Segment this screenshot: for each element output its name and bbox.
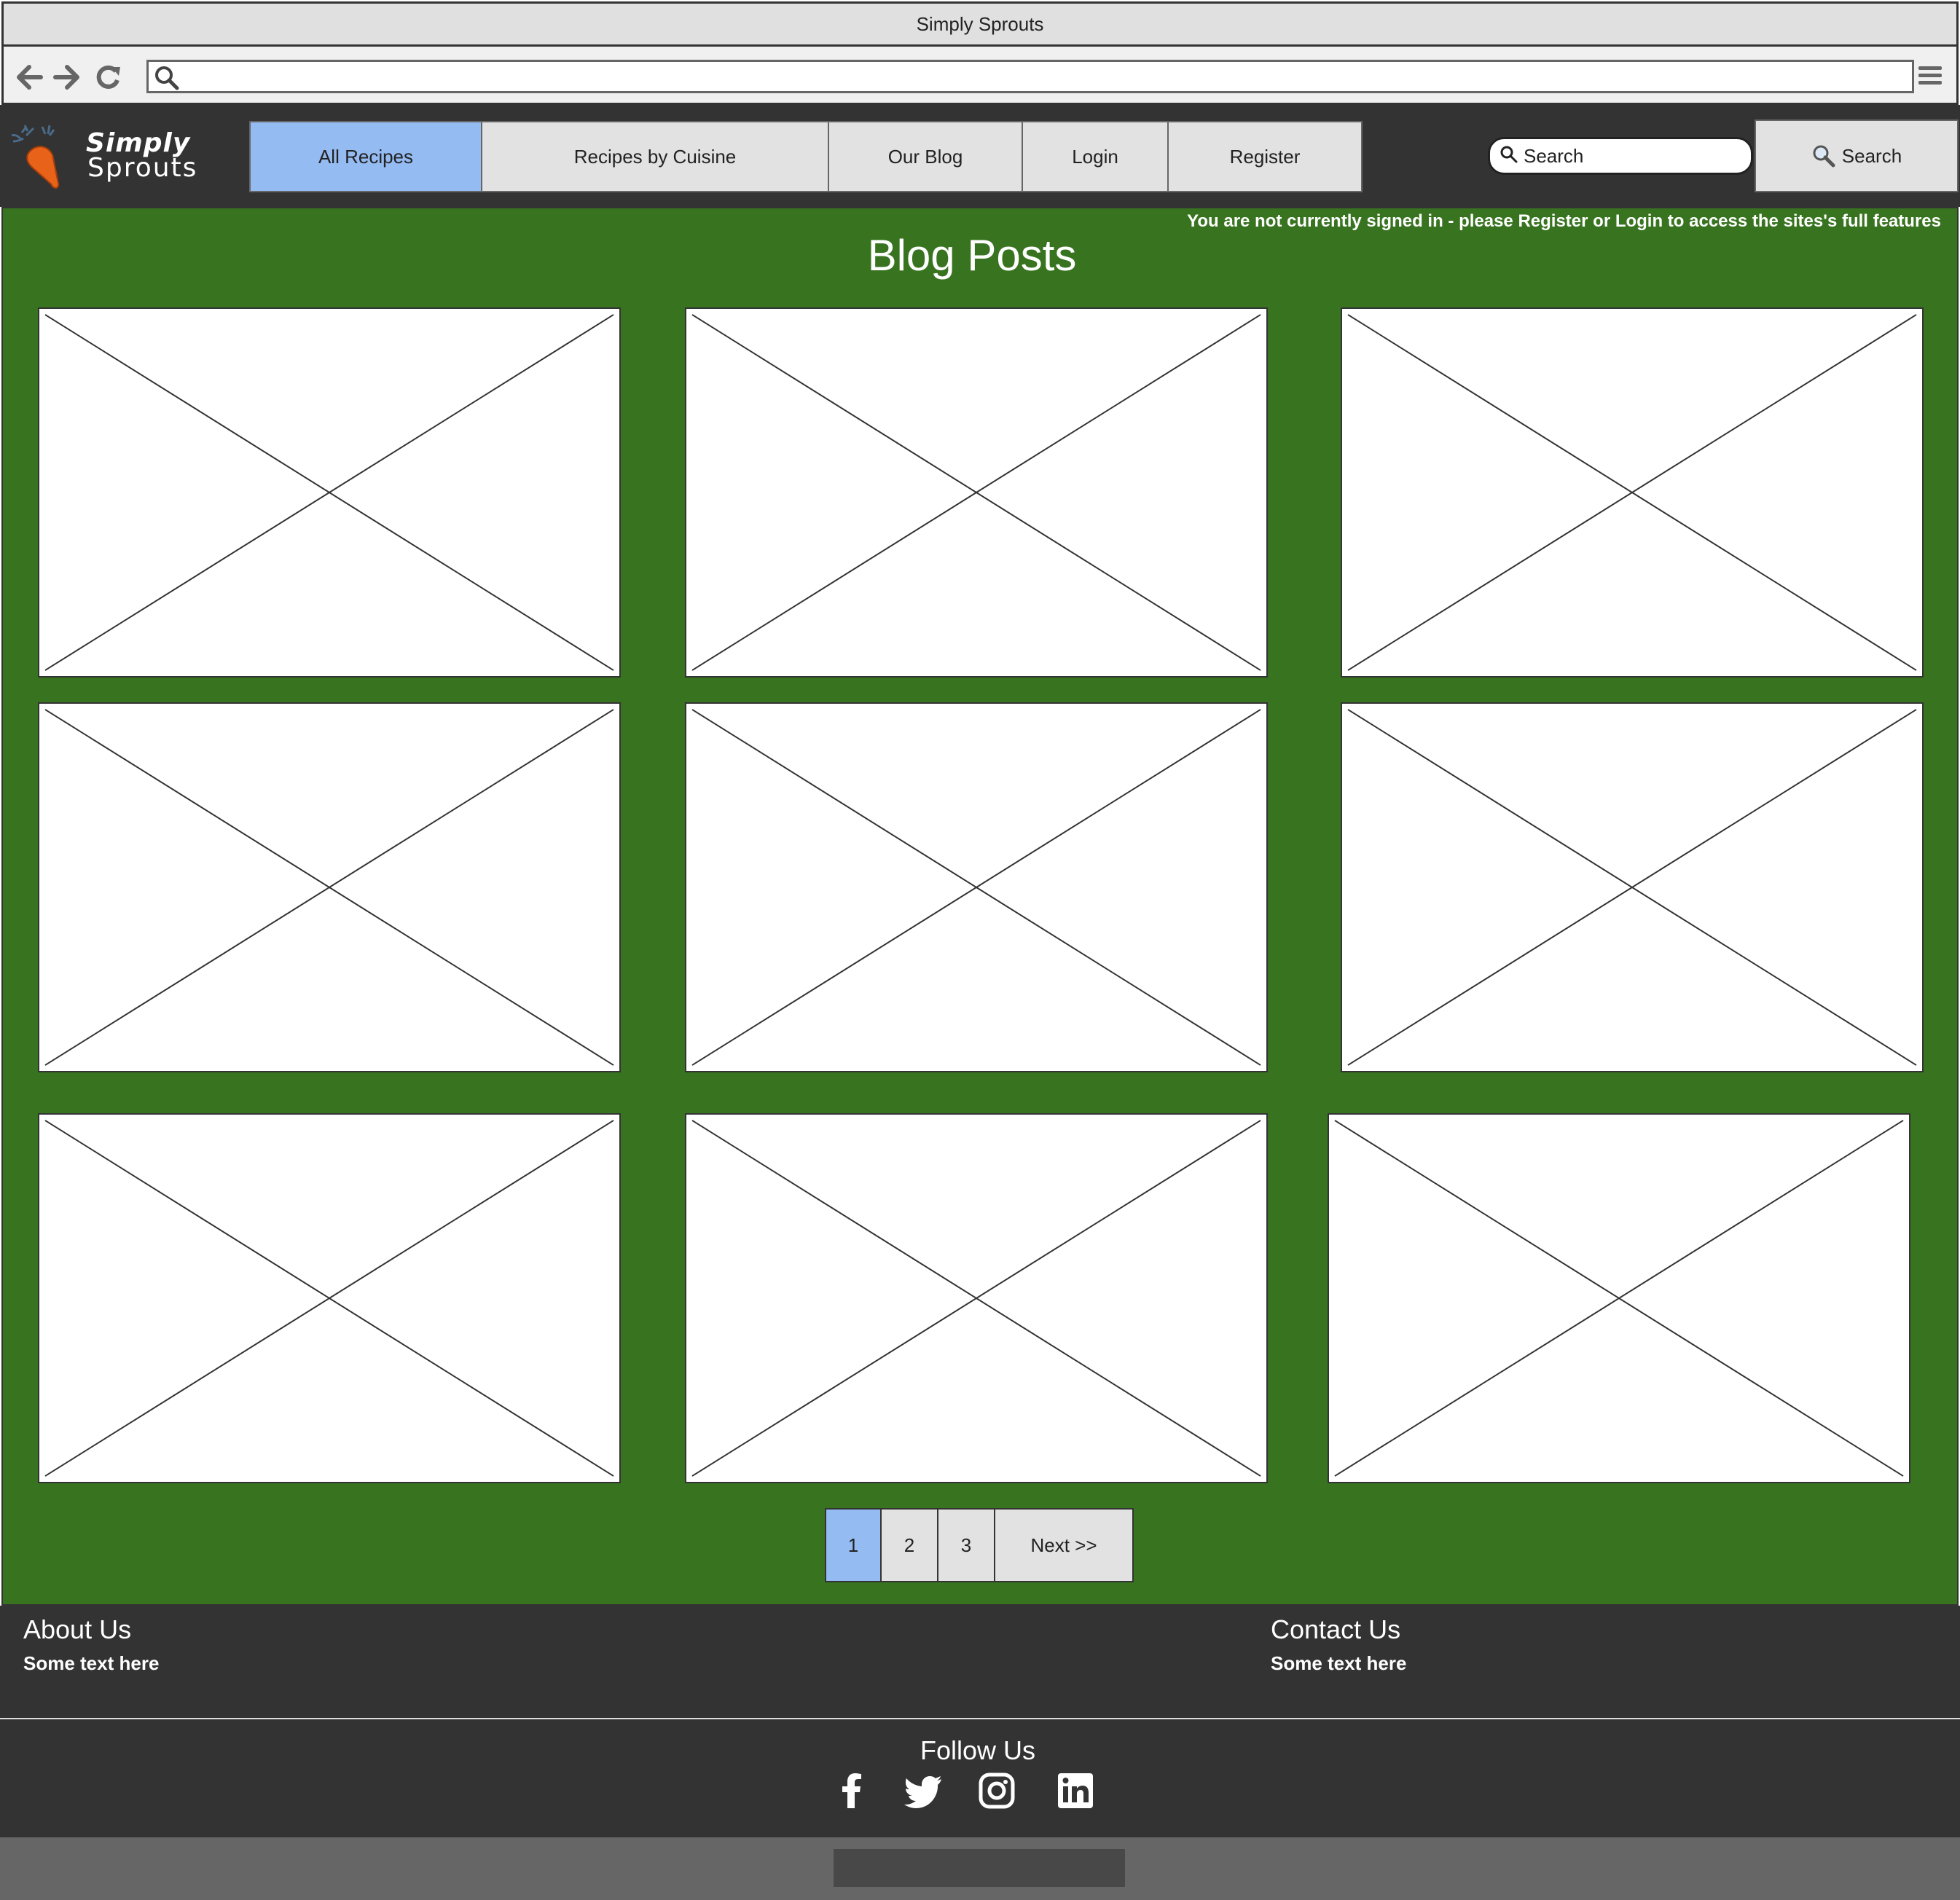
footer-divider (0, 1718, 1960, 1719)
nav-tab-login[interactable]: Login (1022, 121, 1169, 192)
nav-tab-recipes-by-cuisine[interactable]: Recipes by Cuisine (481, 121, 829, 192)
page-title: Blog Posts (867, 231, 1077, 280)
image-placeholder-icon (691, 709, 1261, 1066)
image-placeholder-icon (44, 709, 614, 1066)
forward-arrow-icon[interactable] (52, 63, 81, 92)
image-placeholder-icon (691, 314, 1261, 671)
contact-us-heading: Contact Us (1271, 1614, 1401, 1644)
footer-bottom-bar (0, 1837, 1960, 1900)
image-placeholder-icon (1347, 709, 1917, 1066)
search-button-label: Search (1841, 144, 1902, 167)
window-title: Simply Sprouts (916, 12, 1044, 35)
search-icon (154, 66, 179, 94)
browser-title-bar: Simply Sprouts (1, 1, 1959, 47)
address-bar[interactable] (146, 60, 1914, 93)
site-footer: About Us Some text here Contact Us Some … (0, 1606, 1960, 1837)
search-icon (1500, 146, 1518, 167)
blog-post-card[interactable] (1341, 307, 1924, 678)
page-1-button[interactable]: 1 (825, 1508, 882, 1582)
signin-notice: You are not currently signed in - please… (1187, 211, 1941, 231)
blog-post-card[interactable] (1341, 702, 1924, 1072)
search-button[interactable]: Search (1755, 119, 1959, 192)
browser-toolbar (1, 47, 1959, 105)
about-us-heading: About Us (23, 1614, 132, 1644)
page-2-button[interactable]: 2 (880, 1508, 938, 1582)
pagination: 1 2 3 Next >> (825, 1508, 1134, 1582)
reload-icon[interactable] (94, 63, 123, 92)
contact-us-text: Some text here (1271, 1652, 1407, 1674)
next-page-button[interactable]: Next >> (994, 1508, 1134, 1582)
page-3-button[interactable]: 3 (937, 1508, 995, 1582)
blog-post-card[interactable] (685, 307, 1268, 678)
about-us-text: Some text here (23, 1652, 160, 1674)
magnifier-icon (1811, 144, 1836, 168)
blog-post-card[interactable] (38, 307, 621, 678)
follow-us-heading: Follow Us (920, 1735, 1036, 1765)
image-placeholder-icon (44, 314, 614, 671)
image-placeholder-icon (691, 1120, 1261, 1477)
header-search-field[interactable] (1488, 137, 1753, 175)
copyright-block (834, 1849, 1125, 1887)
back-arrow-icon[interactable] (15, 63, 44, 92)
main-content: You are not currently signed in - please… (1, 207, 1959, 1606)
image-placeholder-icon (1334, 1120, 1904, 1477)
header-search-input[interactable] (1524, 144, 1742, 168)
blog-post-card[interactable] (38, 1113, 621, 1483)
logo-text-sprouts: Sprouts (87, 153, 198, 183)
facebook-icon[interactable] (832, 1770, 873, 1811)
hamburger-menu-icon[interactable] (1917, 63, 1943, 89)
nav-tab-all-recipes[interactable]: All Recipes (249, 121, 482, 192)
site-logo[interactable]: Simply Sprouts (6, 121, 239, 194)
blog-post-card[interactable] (685, 702, 1268, 1072)
nav-tab-register[interactable]: Register (1167, 121, 1363, 192)
linkedin-icon[interactable] (1055, 1770, 1096, 1811)
nav-tab-our-blog[interactable]: Our Blog (828, 121, 1023, 192)
twitter-icon[interactable] (903, 1770, 944, 1811)
image-placeholder-icon (44, 1120, 614, 1477)
site-header: Simply Sprouts All Recipes Recipes by Cu… (0, 105, 1960, 207)
carrot-logo-icon (11, 125, 60, 189)
image-placeholder-icon (1347, 314, 1917, 671)
blog-post-card[interactable] (38, 702, 621, 1072)
instagram-icon[interactable] (976, 1770, 1017, 1811)
blog-post-card[interactable] (1328, 1113, 1910, 1483)
blog-post-card[interactable] (685, 1113, 1268, 1483)
